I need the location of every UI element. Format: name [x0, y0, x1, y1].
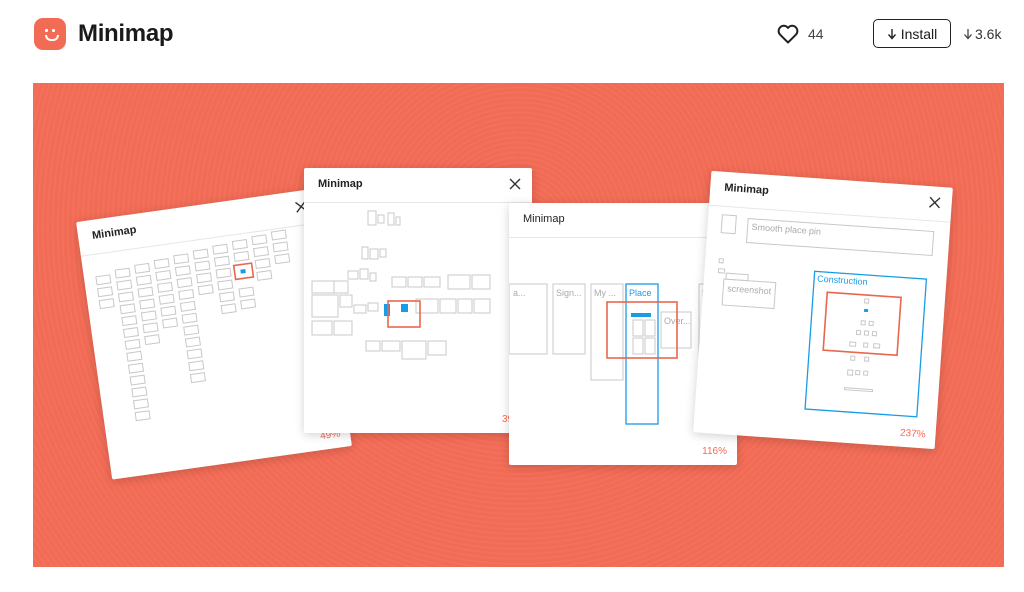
layer-label: Sign... [556, 288, 582, 298]
plugin-header: Minimap 44 Install 3.6k [0, 0, 1024, 70]
minimap-canvas[interactable]: Smooth place pin screenshot Construction [695, 206, 951, 427]
selection-highlight [401, 304, 408, 312]
checkbox-outline [720, 214, 737, 235]
minimap-window-237: Minimap Smooth place pin screenshot Cons… [693, 170, 953, 450]
layer-label: screenshot [727, 283, 772, 296]
window-header: Minimap [509, 203, 737, 238]
heart-icon[interactable] [776, 22, 800, 46]
viewport-indicator [822, 291, 902, 357]
zoom-level: 237% [899, 427, 926, 441]
window-title: Minimap [91, 223, 138, 242]
minimap-canvas[interactable] [304, 203, 532, 411]
viewport-indicator [606, 301, 678, 359]
install-label: Install [900, 25, 938, 42]
preview-banner: Minimap 49% Minimap Minimap a... Sign...… [33, 83, 1004, 567]
layer-label: My ... [594, 288, 616, 298]
frame-thumbnails [311, 210, 527, 360]
frame-thumbnails [95, 229, 291, 422]
arrow-down-icon [887, 28, 896, 40]
minimap-window-39: Minimap 39% [304, 168, 532, 433]
search-field-placeholder: Smooth place pin [751, 222, 821, 237]
close-icon[interactable] [927, 195, 942, 210]
layer-frames [843, 298, 881, 393]
selection-highlight [631, 313, 651, 317]
arrow-down-icon [964, 29, 972, 40]
layer-frames [717, 258, 777, 310]
layer-label: a... [513, 288, 526, 298]
zoom-level: 116% [702, 446, 727, 457]
window-header: Minimap [304, 168, 532, 203]
download-count: 3.6k [963, 25, 1001, 43]
like-count: 44 [808, 26, 824, 42]
download-count-value: 3.6k [975, 26, 1002, 42]
selected-frame-label: Construction [817, 274, 868, 288]
selection-highlight [384, 304, 390, 316]
page-title: Minimap [78, 20, 174, 47]
selection-highlight [240, 269, 246, 274]
install-button[interactable]: Install [873, 19, 951, 48]
window-title: Minimap [723, 181, 770, 197]
window-title: Minimap [523, 213, 565, 225]
window-title: Minimap [318, 178, 363, 190]
smiley-face-icon [34, 18, 66, 50]
close-icon[interactable] [508, 177, 522, 191]
selection-highlight [863, 308, 869, 313]
selected-frame-label: Place [629, 288, 652, 298]
